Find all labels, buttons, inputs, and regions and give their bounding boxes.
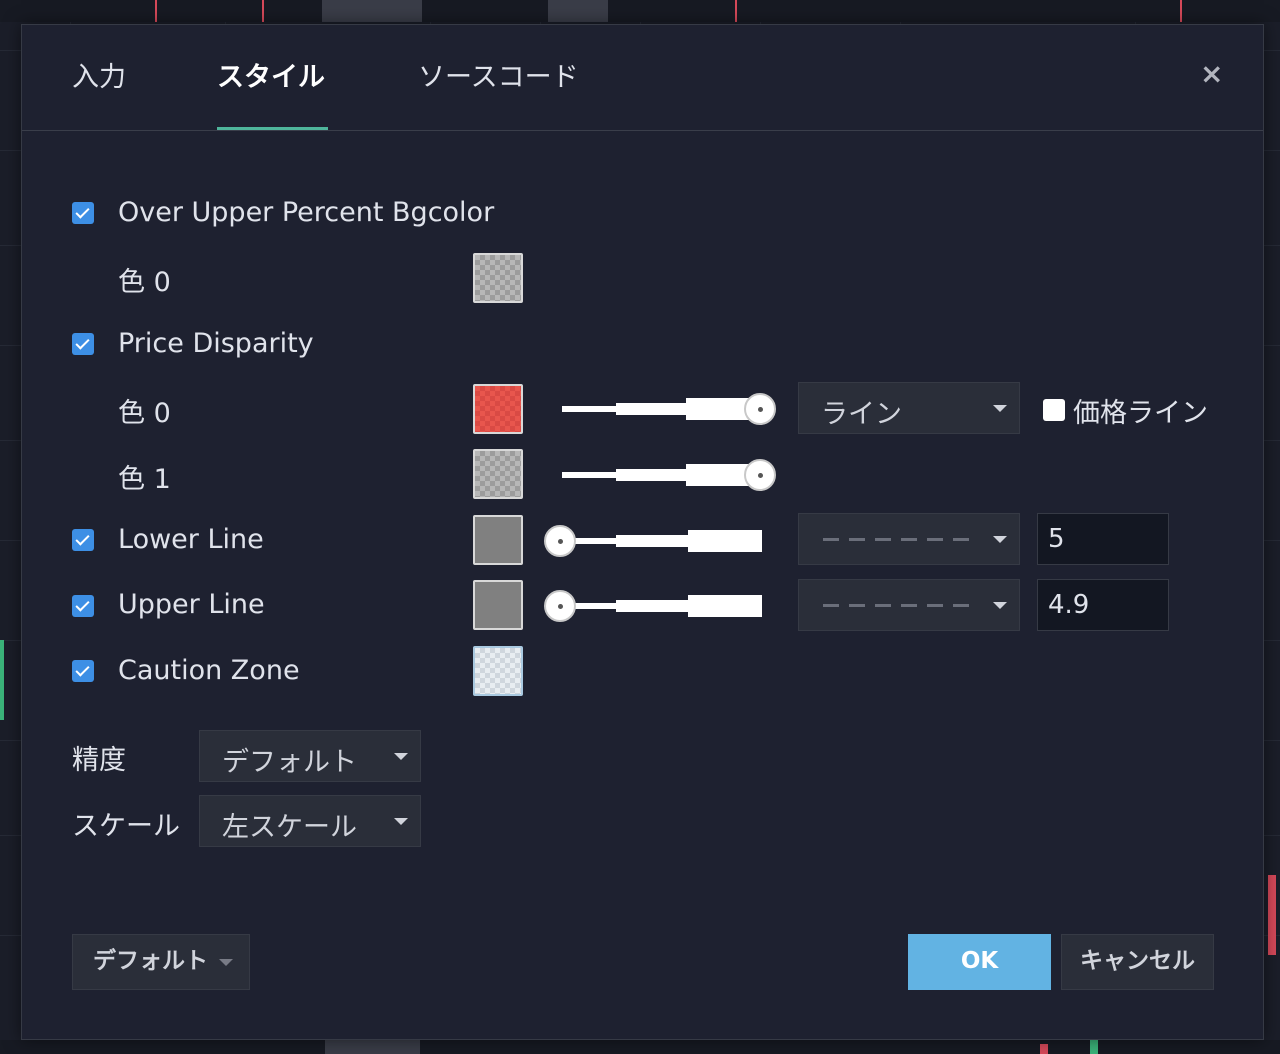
price-disparity-color0-label: 色 0 xyxy=(118,398,171,429)
chart-candle xyxy=(1040,1044,1048,1054)
upper-line-checkbox[interactable] xyxy=(72,595,94,617)
chart-volume-bar xyxy=(548,0,608,22)
tab-source-code[interactable]: ソースコード xyxy=(418,55,579,94)
tab-bar: 入力 スタイル ソースコード × xyxy=(22,25,1263,131)
chart-top-strip xyxy=(0,0,1280,22)
chart-candle xyxy=(262,0,264,22)
lower-line-thickness-slider[interactable] xyxy=(544,523,764,559)
plot-type-value: ライン xyxy=(821,399,902,430)
price-disparity-color0-swatch[interactable] xyxy=(473,384,523,434)
chart-volume-bar xyxy=(325,1040,420,1054)
tab-inputs[interactable]: 入力 xyxy=(72,55,126,94)
tab-style[interactable]: スタイル xyxy=(217,55,325,94)
over-upper-color0-swatch[interactable] xyxy=(473,253,523,303)
dashed-line-icon xyxy=(823,538,973,541)
chart-volume-bar xyxy=(322,0,422,22)
lower-line-style-select[interactable] xyxy=(798,513,1020,565)
over-upper-color0-label: 色 0 xyxy=(118,267,171,298)
lower-line-label: Lower Line xyxy=(118,524,264,555)
ok-button[interactable]: OK xyxy=(908,934,1051,990)
price-line-label: 価格ライン xyxy=(1073,398,1208,429)
slider-knob[interactable] xyxy=(744,459,776,491)
upper-line-thickness-slider[interactable] xyxy=(544,588,764,624)
caution-zone-label: Caution Zone xyxy=(118,655,300,686)
cancel-button[interactable]: キャンセル xyxy=(1061,934,1214,990)
scale-label: スケール xyxy=(72,811,180,842)
price-disparity-color1-label: 色 1 xyxy=(118,464,171,495)
chevron-down-icon xyxy=(394,753,408,760)
slider-knob[interactable] xyxy=(544,590,576,622)
scale-value: 左スケール xyxy=(222,812,357,843)
slider-knob[interactable] xyxy=(744,393,776,425)
price-disparity-label: Price Disparity xyxy=(118,328,314,359)
defaults-button-label: デフォルト xyxy=(93,948,208,974)
chevron-down-icon xyxy=(219,959,233,966)
upper-line-style-select[interactable] xyxy=(798,579,1020,631)
chevron-down-icon xyxy=(993,405,1007,412)
chevron-down-icon xyxy=(993,602,1007,609)
price-disparity-color0-thickness-slider[interactable] xyxy=(562,391,782,427)
price-line-checkbox[interactable] xyxy=(1043,399,1065,421)
chart-candle xyxy=(1180,0,1182,22)
lower-line-color-swatch[interactable] xyxy=(473,515,523,565)
price-disparity-checkbox[interactable] xyxy=(72,333,94,355)
chart-candle xyxy=(0,640,4,720)
caution-zone-checkbox[interactable] xyxy=(72,660,94,682)
chart-candle xyxy=(1090,1040,1098,1054)
price-disparity-color1-swatch[interactable] xyxy=(473,449,523,499)
over-upper-label: Over Upper Percent Bgcolor xyxy=(118,197,495,228)
upper-line-color-swatch[interactable] xyxy=(473,580,523,630)
chevron-down-icon xyxy=(993,536,1007,543)
price-disparity-color1-thickness-slider[interactable] xyxy=(562,457,782,493)
over-upper-checkbox[interactable] xyxy=(72,202,94,224)
chart-candle xyxy=(155,0,157,22)
lower-line-value-input[interactable]: 5 xyxy=(1037,513,1169,565)
dashed-line-icon xyxy=(823,604,973,607)
chart-candle xyxy=(1268,875,1276,955)
precision-value: デフォルト xyxy=(222,747,357,778)
lower-line-checkbox[interactable] xyxy=(72,529,94,551)
active-tab-indicator xyxy=(217,127,328,130)
chevron-down-icon xyxy=(394,818,408,825)
scale-select[interactable]: 左スケール xyxy=(199,795,421,847)
close-icon[interactable]: × xyxy=(1200,57,1223,90)
caution-zone-color-swatch[interactable] xyxy=(473,646,523,696)
precision-label: 精度 xyxy=(72,745,126,776)
plot-type-select[interactable]: ライン xyxy=(798,382,1020,434)
defaults-button[interactable]: デフォルト xyxy=(72,934,250,990)
upper-line-label: Upper Line xyxy=(118,589,265,620)
slider-knob[interactable] xyxy=(544,525,576,557)
chart-candle xyxy=(735,0,737,22)
upper-line-value-input[interactable]: 4.9 xyxy=(1037,579,1169,631)
precision-select[interactable]: デフォルト xyxy=(199,730,421,782)
indicator-settings-dialog: 入力 スタイル ソースコード × Over Upper Percent Bgco… xyxy=(21,24,1264,1040)
chart-bottom-strip xyxy=(0,1040,1280,1054)
